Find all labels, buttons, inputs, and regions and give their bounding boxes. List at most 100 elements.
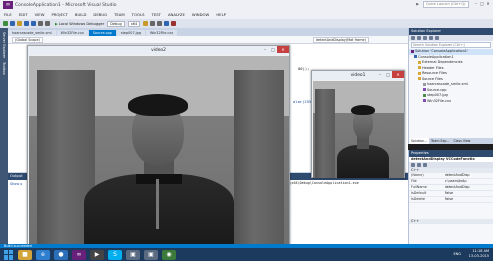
open-icon[interactable]	[24, 21, 29, 26]
configuration-select[interactable]: Debug	[107, 20, 125, 27]
cv-window-titlebar[interactable]: video1 – □ ✕	[312, 71, 404, 80]
notification-flag-icon[interactable]: ⚑	[415, 2, 419, 7]
menu-test[interactable]: TEST	[152, 12, 161, 17]
close-icon[interactable]: ✕	[392, 71, 404, 78]
start-button[interactable]	[4, 249, 14, 260]
file-explorer-icon[interactable]: ■	[18, 249, 32, 260]
bookmark-icon[interactable]	[164, 21, 170, 26]
property-pages-icon[interactable]	[423, 163, 427, 167]
code-line: 00));	[298, 66, 310, 71]
collapse-all-icon[interactable]	[423, 36, 427, 40]
solution-search-input[interactable]: Search Solution Explorer (Ctrl+;)	[411, 42, 491, 48]
toolbox-tab[interactable]: Toolbox	[2, 62, 6, 75]
navigation-bar: (Global Scope) detectAndDisplay(Mat fram…	[8, 36, 408, 44]
cpp-file-icon	[423, 88, 426, 91]
folder-icon	[418, 60, 421, 64]
left-tool-strip: Server Explorer Toolbox	[0, 28, 8, 261]
opencv-window-video2[interactable]: video2 – □ ✕	[27, 45, 290, 245]
save-icon[interactable]	[31, 21, 36, 26]
tab-class-view[interactable]: Class View	[451, 138, 472, 144]
cv-window-title: video2	[151, 48, 166, 53]
find-icon[interactable]	[143, 21, 149, 26]
menu-debug[interactable]: DEBUG	[93, 12, 107, 17]
media-player-icon[interactable]: ●	[54, 249, 68, 260]
home-icon[interactable]	[411, 36, 415, 40]
cv-window-titlebar[interactable]: video2 – □ ✕	[28, 46, 289, 55]
back-icon[interactable]	[3, 21, 8, 26]
clock[interactable]: 11:18 AM 13-03-2015	[469, 249, 489, 259]
solution-explorer-tabs: Solution... Team Exp... Class View	[409, 138, 493, 144]
uncomment-icon[interactable]	[157, 21, 163, 26]
new-project-icon[interactable]	[17, 21, 22, 26]
properties-footer: C++	[409, 219, 493, 224]
image-file-icon	[423, 93, 426, 97]
solution-explorer: Solution Explorer Search Solution Explor…	[408, 28, 493, 144]
menu-tools[interactable]: TOOLS	[132, 12, 145, 17]
redo-icon[interactable]	[45, 21, 50, 26]
menu-view[interactable]: VIEW	[35, 12, 45, 17]
menu-team[interactable]: TEAM	[114, 12, 125, 17]
skype-icon[interactable]: S	[108, 249, 122, 260]
window-controls: – □ ✕	[473, 1, 491, 7]
folder-icon	[418, 66, 421, 69]
internet-explorer-icon[interactable]: e	[36, 249, 50, 260]
solution-icon	[411, 49, 414, 53]
refresh-icon[interactable]	[417, 36, 421, 40]
folder-icon	[418, 71, 421, 75]
breakpoint-icon[interactable]	[171, 21, 177, 26]
menu-window[interactable]: WINDOW	[192, 12, 209, 17]
document-tabs: haarcascade_smile.xml Win32File.cxx Sour…	[8, 28, 408, 36]
opencv-window-taskbar-icon[interactable]: ▣	[144, 249, 158, 260]
language-indicator[interactable]: ENG	[453, 252, 461, 256]
video-app-icon[interactable]: ▶	[90, 249, 104, 260]
minimize-icon[interactable]: –	[261, 46, 269, 53]
scope-dropdown[interactable]: (Global Scope)	[12, 36, 43, 43]
output-source-label: Show o	[10, 182, 23, 186]
cv-window-controls: – □ ✕	[261, 46, 289, 55]
close-icon[interactable]: ✕	[485, 1, 491, 7]
clock-date: 13-03-2015	[468, 254, 489, 258]
menu-edit[interactable]: EDIT	[19, 12, 28, 17]
menu-file[interactable]: FILE	[4, 12, 12, 17]
person	[84, 94, 234, 245]
menu-bar: FILE EDIT VIEW PROJECT BUILD DEBUG TEAM …	[0, 10, 493, 19]
platform-select[interactable]: x64	[127, 20, 141, 27]
tab-team-explorer[interactable]: Team Exp...	[429, 138, 451, 144]
chrome-icon[interactable]: ◉	[162, 249, 176, 260]
project-icon	[414, 55, 417, 58]
main-toolbar: Local Windows Debugger Debug x64	[0, 19, 493, 28]
menu-build[interactable]: BUILD	[75, 12, 87, 17]
opencv-window-video1[interactable]: video1 – □ ✕	[311, 70, 405, 178]
quick-launch-input[interactable]: Quick Launch (Ctrl+Q)	[423, 1, 469, 8]
properties-icon[interactable]	[435, 36, 439, 40]
menu-project[interactable]: PROJECT	[51, 12, 67, 17]
windows-taskbar: ■ e ● ∞ ▶ S ▣ ▣ ◉ ENG 11:18 AM 13-03-201…	[0, 248, 493, 261]
menu-analyze[interactable]: ANALYZE	[168, 12, 185, 17]
comment-icon[interactable]	[150, 21, 156, 26]
show-all-files-icon[interactable]	[429, 36, 433, 40]
alphabetical-icon[interactable]	[417, 163, 421, 167]
opencv-window-taskbar-icon[interactable]: ▣	[126, 249, 140, 260]
property-row[interactable]: IsDelete False	[409, 197, 493, 203]
maximize-icon[interactable]: □	[269, 46, 277, 53]
folder-icon	[418, 77, 421, 80]
close-icon[interactable]: ✕	[277, 46, 289, 53]
tree-file-win32file[interactable]: Win32File.cxx	[409, 99, 493, 105]
cv-window-controls: – □ ✕	[376, 71, 404, 80]
camera-scene	[313, 81, 404, 178]
tab-solution-explorer[interactable]: Solution...	[409, 138, 430, 144]
xml-file-icon	[423, 82, 426, 86]
maximize-icon[interactable]: □	[384, 71, 392, 78]
undo-icon[interactable]	[38, 21, 43, 26]
categorized-icon[interactable]	[411, 163, 415, 167]
solution-explorer-toolbar	[409, 35, 493, 41]
server-explorer-tab[interactable]: Server Explorer	[2, 32, 6, 58]
visual-studio-taskbar-icon[interactable]: ∞	[72, 249, 86, 260]
start-debugging-button[interactable]: Local Windows Debugger	[55, 22, 104, 26]
minimize-icon[interactable]: –	[376, 71, 384, 78]
forward-icon[interactable]	[10, 21, 15, 26]
properties-panel: Properties detectAndDisplay VCCodeFuncti…	[408, 150, 493, 244]
solution-explorer-title: Solution Explorer	[409, 28, 493, 35]
menu-help[interactable]: HELP	[216, 12, 226, 17]
member-dropdown[interactable]: detectAndDisplay(Mat frame)	[312, 36, 369, 43]
